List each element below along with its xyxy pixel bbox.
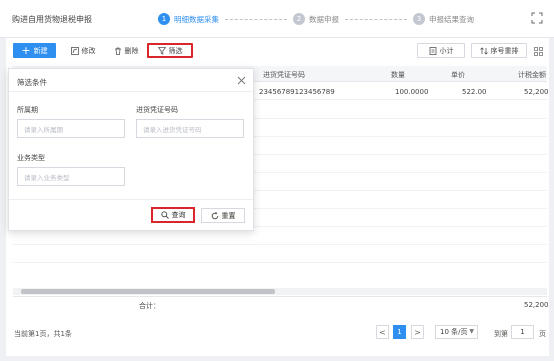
column-settings-icon[interactable] <box>534 47 543 56</box>
sort-icon <box>479 46 488 55</box>
summary-row: 合计： 52,200 <box>13 296 549 312</box>
summary-amount: 52,200 <box>524 301 549 309</box>
step-indicator: 1 明细数据采集 2 数据申报 3 申报结果查询 <box>158 11 474 27</box>
prev-page-button[interactable]: < <box>376 325 389 339</box>
reset-button-label: 重置 <box>221 211 236 220</box>
step-1-label: 明细数据采集 <box>174 14 219 24</box>
goto-unit: 页 <box>539 330 546 338</box>
delete-button[interactable]: 删除 <box>106 43 146 58</box>
edit-button-label: 修改 <box>81 46 96 55</box>
voucher-label: 进货凭证号码 <box>136 106 178 114</box>
chevron-down-icon: ▼ <box>469 328 474 335</box>
cell-price: 522.00 <box>462 88 487 96</box>
new-button[interactable]: + 新建 <box>13 43 56 58</box>
page-header: 购进自用货物退税申报 1 明细数据采集 2 数据申报 3 申报结果查询 <box>0 0 554 38</box>
column-header-quantity[interactable]: 数量 <box>391 70 405 80</box>
goto-page-input[interactable]: 1 <box>511 325 534 339</box>
divider <box>9 199 253 200</box>
period-input[interactable]: 请录入所属期 <box>17 119 125 138</box>
voucher-input[interactable]: 请录入进货凭证号码 <box>136 119 244 138</box>
close-icon[interactable] <box>237 76 246 85</box>
filter-popup-title: 筛选条件 <box>17 78 47 87</box>
document-icon <box>429 46 436 55</box>
renumber-button-label: 序号重排 <box>490 46 519 55</box>
step-1-number: 1 <box>158 13 170 25</box>
query-button[interactable]: 查询 <box>151 207 195 223</box>
divider <box>9 91 253 92</box>
filter-button[interactable]: 筛选 <box>147 43 193 58</box>
next-page-button[interactable]: > <box>411 325 424 339</box>
business-type-input[interactable]: 请录入业务类型 <box>17 167 125 186</box>
step-1[interactable]: 1 明细数据采集 <box>158 13 219 25</box>
step-3-number: 3 <box>413 13 425 25</box>
edit-button[interactable]: 修改 <box>63 43 103 58</box>
edit-icon <box>70 46 79 55</box>
row-divider <box>13 262 547 263</box>
cell-quantity: 100.0000 <box>395 88 429 96</box>
step-connector <box>345 18 407 20</box>
funnel-icon <box>157 46 166 55</box>
step-connector <box>225 18 287 20</box>
column-header-price[interactable]: 单价 <box>451 70 465 80</box>
refresh-icon <box>211 211 218 219</box>
page-size-value: 10 条/页 <box>440 328 468 336</box>
search-icon <box>160 211 169 219</box>
record-count: 当前第1页，共1条 <box>14 330 72 338</box>
column-header-voucher[interactable]: 进货凭证号码 <box>263 70 305 80</box>
summary-label: 合计： <box>139 302 160 310</box>
scrollbar-thumb[interactable] <box>21 289 275 294</box>
goto-label: 到第 <box>494 330 508 338</box>
subtotal-button[interactable]: 小计 <box>417 43 465 58</box>
step-3-label: 申报结果查询 <box>429 14 474 24</box>
renumber-button[interactable]: 序号重排 <box>471 43 527 58</box>
horizontal-scrollbar[interactable] <box>13 288 547 295</box>
step-3[interactable]: 3 申报结果查询 <box>413 13 474 25</box>
page-number-button[interactable]: 1 <box>393 325 406 339</box>
step-2-number: 2 <box>293 13 305 25</box>
filter-button-label: 筛选 <box>168 46 183 55</box>
fullscreen-icon[interactable] <box>531 12 543 24</box>
new-button-label: 新建 <box>33 46 48 55</box>
business-type-label: 业务类型 <box>17 154 45 162</box>
cell-voucher: 23456789123456789 <box>259 88 335 96</box>
plus-icon: + <box>21 44 31 57</box>
trash-icon <box>114 47 121 55</box>
subtotal-button-label: 小计 <box>439 46 454 55</box>
query-button-label: 查询 <box>171 211 186 219</box>
row-divider <box>13 244 547 245</box>
cell-amount: 52,200 <box>524 88 549 96</box>
filter-popup: 筛选条件 所属期 请录入所属期 进货凭证号码 请录入进货凭证号码 业务类型 请录… <box>8 68 254 231</box>
page-title: 购进自用货物退税申报 <box>12 15 92 24</box>
page-size-select[interactable]: 10 条/页 ▼ <box>435 325 478 339</box>
column-header-amount[interactable]: 计税金额 <box>518 70 546 80</box>
step-2[interactable]: 2 数据申报 <box>293 13 339 25</box>
delete-button-label: 删除 <box>124 46 139 55</box>
reset-button[interactable]: 重置 <box>201 208 245 223</box>
step-2-label: 数据申报 <box>309 14 339 24</box>
period-label: 所属期 <box>17 106 38 114</box>
